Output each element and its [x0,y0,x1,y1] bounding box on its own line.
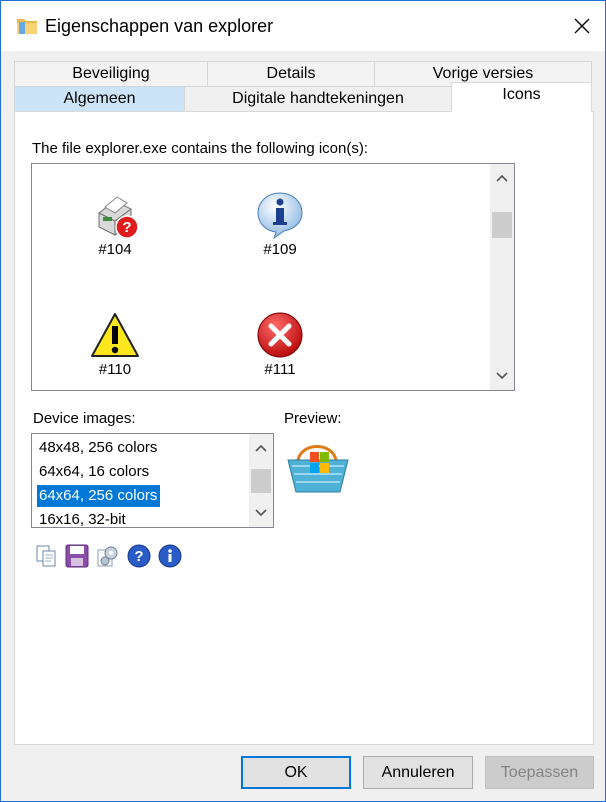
tab-details[interactable]: Details [207,61,375,87]
list-item[interactable]: 48x48, 256 colors [37,437,160,459]
about-button[interactable] [156,542,184,570]
warning-icon [91,313,139,357]
tab-general[interactable]: Algemeen [14,86,185,112]
icons-heading: The file explorer.exe contains the follo… [32,140,369,157]
device-images-label: Device images: [33,410,136,427]
list-item[interactable]: 64x64, 16 colors [37,461,152,483]
chevron-up-icon [255,444,267,452]
scroll-thumb[interactable] [251,469,271,493]
scroll-thumb[interactable] [492,212,512,238]
list-item[interactable]: 16x16, 32-bit [37,509,129,527]
preview-image [284,438,352,498]
tab-digital-signatures[interactable]: Digitale handtekeningen [184,86,452,112]
settings-icon [97,546,118,567]
icon-list-scrollbar[interactable] [490,164,514,390]
icon-list[interactable]: ? #104 #109 #110 #111 [31,163,515,391]
close-button[interactable] [559,1,605,51]
info-bubble-icon [257,192,303,239]
icon-item-109[interactable]: #109 [230,191,330,291]
device-images-list[interactable]: 48x48, 256 colors 64x64, 16 colors 64x64… [31,433,274,528]
help-icon: ? [127,544,151,568]
apply-button[interactable]: Toepassen [485,756,594,789]
copy-button[interactable] [32,542,60,570]
info-icon [158,544,182,568]
svg-text:?: ? [122,219,131,236]
chevron-up-icon [496,174,508,182]
basket-icon [287,445,349,493]
list-item-selected[interactable]: 64x64, 256 colors [37,485,161,507]
error-icon [257,312,303,358]
window-title: Eigenschappen van explorer [45,16,274,36]
tab-security[interactable]: Beveiliging [14,61,208,87]
chevron-down-icon [255,509,267,517]
device-list-scrollbar[interactable] [249,434,273,527]
printer-error-icon: ? [98,196,139,239]
icon-item-104[interactable]: ? #104 [65,191,165,291]
properties-dialog: Eigenschappen van explorer Beveiliging D… [0,0,606,802]
save-button[interactable] [63,542,91,570]
folder-icon [16,16,38,36]
chevron-down-icon [496,372,508,380]
tab-icons[interactable]: Icons [451,82,592,112]
scroll-up-button[interactable] [249,436,273,460]
scroll-down-button[interactable] [490,364,514,388]
save-icon [65,544,89,568]
preview-label: Preview: [284,410,342,427]
icon-item-110[interactable]: #110 [65,311,165,390]
copy-icon [36,545,56,567]
cancel-button[interactable]: Annuleren [363,756,473,789]
ok-button[interactable]: OK [241,756,351,789]
help-button[interactable]: ? [125,542,153,570]
title-bar: Eigenschappen van explorer [1,1,605,51]
scroll-down-button[interactable] [249,501,273,525]
scroll-up-button[interactable] [490,166,514,190]
close-icon [574,18,590,34]
icon-item-111[interactable]: #111 [230,311,330,390]
settings-button[interactable] [94,542,122,570]
svg-text:?: ? [134,548,143,565]
